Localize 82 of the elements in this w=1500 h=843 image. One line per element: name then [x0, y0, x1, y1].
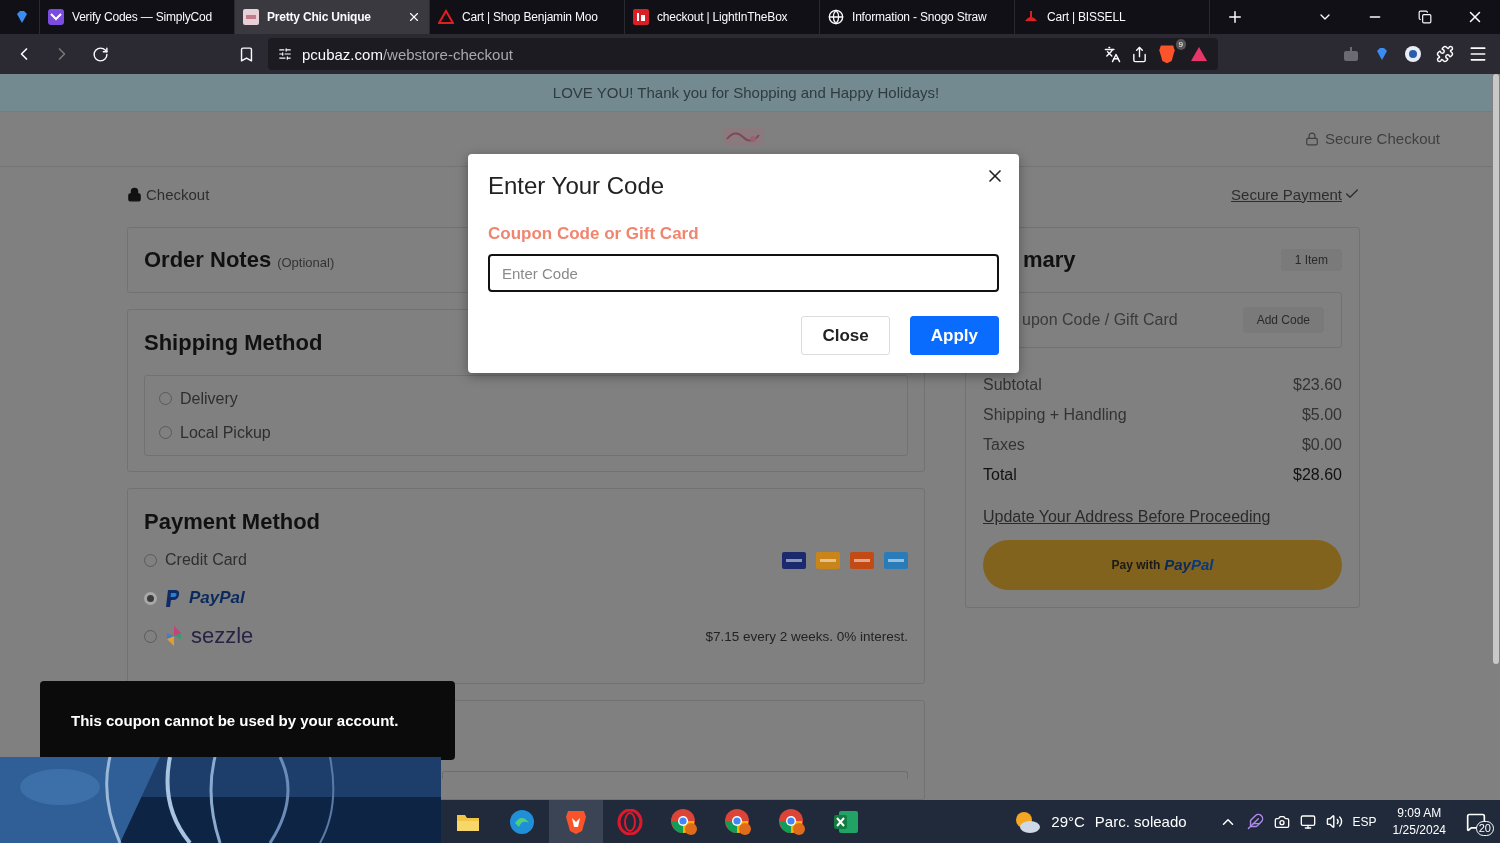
lock-icon: [127, 186, 142, 202]
credit-card-icon: [884, 551, 908, 569]
menu-icon[interactable]: [1468, 44, 1488, 64]
globe-icon: [828, 9, 844, 25]
option-label: Local Pickup: [180, 423, 271, 442]
triangle-icon: [438, 9, 454, 25]
code-input-field[interactable]: Enter Code: [488, 254, 999, 292]
banner-text: LOVE YOU! Thank you for Shopping and Happy Holidays!: [552, 83, 940, 101]
network-icon[interactable]: [1299, 813, 1316, 830]
secure-payment-link[interactable]: Secure Payment: [1231, 185, 1360, 203]
credit-card-icon: [850, 551, 874, 569]
address-bar[interactable]: pcubaz.com/webstore-checkout 9: [268, 38, 1218, 70]
shield-icon[interactable]: [565, 808, 587, 835]
spreadsheet-icon[interactable]: [833, 809, 859, 834]
scrollbar-thumb[interactable]: [1493, 74, 1499, 664]
volume-icon[interactable]: [1325, 813, 1343, 830]
secure-checkout-label: Secure Checkout: [1324, 130, 1440, 148]
notification-count: 20: [1475, 820, 1494, 836]
translate-icon[interactable]: [1104, 45, 1121, 63]
close-button[interactable]: Close: [801, 316, 890, 355]
apply-button[interactable]: Apply: [909, 316, 999, 355]
weather-icon[interactable]: [1013, 809, 1042, 834]
square-logo-icon: [633, 9, 649, 25]
shipping-method-title: Shipping Method: [144, 330, 323, 356]
coupon-label: upon Code / Gift Card: [1022, 310, 1178, 329]
robot-icon[interactable]: [1342, 46, 1360, 62]
mail-icon: [48, 9, 64, 25]
summary-amount: $23.60: [1293, 375, 1342, 394]
triangle-icon[interactable]: [1190, 46, 1208, 62]
browser-icon[interactable]: [724, 807, 752, 836]
summary-label: Subtotal: [983, 375, 1042, 394]
summary-label: Taxes: [983, 435, 1025, 454]
lock-icon: [1304, 131, 1319, 146]
checkout-label: Checkout: [146, 185, 210, 203]
close-icon[interactable]: [407, 10, 421, 24]
restore-icon[interactable]: [1418, 10, 1432, 24]
ring-icon[interactable]: [617, 808, 643, 835]
option-label: Delivery: [180, 389, 238, 408]
feather-icon[interactable]: [1246, 813, 1264, 830]
page-icon: [243, 9, 259, 25]
input-field[interactable]: [442, 771, 908, 779]
browser-icon[interactable]: [509, 808, 535, 835]
shield-icon[interactable]: [1158, 44, 1176, 64]
reload-icon[interactable]: [91, 45, 109, 63]
item-count: 1 Item: [1280, 249, 1342, 271]
toast-text: This coupon cannot be used by your account.: [71, 712, 399, 729]
installment-note: $7.15 every 2 weeks. 0% interest.: [705, 628, 908, 644]
summary-label: Total: [983, 465, 1017, 484]
summary-amount: $0.00: [1301, 435, 1342, 454]
credit-card-icon: [816, 551, 840, 569]
browser-icon[interactable]: [670, 807, 698, 836]
summary-title: mary: [1023, 247, 1076, 273]
radio-button[interactable]: [144, 591, 157, 605]
option-label: Credit Card: [165, 551, 247, 569]
paypal-logo-text: PayPal: [189, 588, 245, 608]
summary-amount: $5.00: [1301, 405, 1342, 424]
update-address-link[interactable]: Update Your Address Before Proceeding: [983, 507, 1342, 526]
gem-icon: [14, 9, 30, 25]
temperature: 29°C: [1051, 813, 1085, 830]
language-indicator[interactable]: ESP: [1352, 814, 1377, 829]
summary-label: Shipping + Handling: [983, 405, 1127, 424]
weather-text: Parc. soleado: [1094, 813, 1187, 830]
coupon-field-label: Coupon Code or Gift Card: [488, 224, 700, 244]
dialog-title: Enter Your Code: [488, 172, 666, 200]
new-tab-icon[interactable]: [1226, 8, 1244, 26]
site-info-icon[interactable]: [278, 47, 292, 61]
share-icon[interactable]: [1131, 45, 1148, 63]
browser-tab[interactable]: Pretty Chic Unique: [235, 0, 430, 34]
clock[interactable]: 9:09 AM 1/25/2024: [1392, 804, 1446, 839]
gem-icon[interactable]: [1374, 46, 1390, 62]
order-notes-title: Order Notes (Optional): [144, 247, 335, 273]
shield-count: 9: [1175, 39, 1186, 50]
summary-amount: $28.60: [1293, 465, 1342, 484]
sezzle-logo-text: sezzle: [191, 623, 254, 649]
credit-card-icon: [782, 551, 806, 569]
circle-icon[interactable]: [1404, 45, 1422, 63]
browser-icon[interactable]: [778, 807, 806, 836]
sezzle-logo-icon: [165, 625, 183, 647]
payment-method-title: Payment Method: [144, 509, 321, 535]
extensions-icon[interactable]: [1436, 45, 1454, 63]
paypal-p-icon: [165, 588, 181, 608]
camera-icon[interactable]: [1273, 813, 1290, 830]
